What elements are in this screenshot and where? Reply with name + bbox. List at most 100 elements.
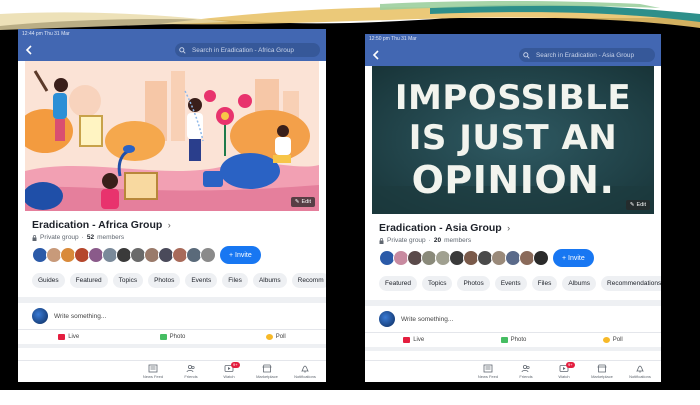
members-label: members: [97, 234, 125, 241]
composer-actions: Live Photo Poll: [365, 333, 661, 351]
photo-icon: [500, 337, 508, 343]
tab-events[interactable]: Events: [494, 276, 527, 291]
post-composer[interactable]: Write something...: [365, 306, 661, 333]
tab-files[interactable]: Files: [531, 276, 558, 291]
nav-news-feed[interactable]: News Feed: [134, 361, 172, 382]
group-title[interactable]: Eradication - Asia Group ›: [365, 214, 661, 234]
group-cover-photo[interactable]: IMPOSSIBLE IS JUST AN OPINION. ✎ Edit: [372, 66, 654, 214]
composer-placeholder[interactable]: Write something...: [401, 316, 453, 323]
quote-line-1: IMPOSSIBLE: [394, 78, 632, 118]
tab-albums[interactable]: Albums: [562, 276, 597, 291]
live-label: Live: [413, 337, 425, 343]
member-count: 52: [86, 234, 95, 241]
nav-label: Notifications: [629, 374, 651, 379]
member-avatars-row[interactable]: + Invite: [18, 241, 326, 264]
photo-button[interactable]: Photo: [159, 334, 186, 340]
nav-label: News Feed: [142, 374, 164, 379]
news-feed-icon: [148, 364, 158, 373]
group-title[interactable]: Eradication - Africa Group ›: [18, 211, 326, 231]
gardening-illustration: [25, 61, 319, 211]
nav-friends[interactable]: Friends: [507, 361, 545, 382]
poll-button[interactable]: Poll: [602, 337, 623, 343]
nav-label: Marketplace: [591, 374, 613, 379]
bottom-nav-bar: News Feed Friends 9+ Watch Marketplace N…: [18, 360, 326, 382]
watch-badge: 9+: [566, 362, 575, 368]
live-button[interactable]: Live: [58, 334, 79, 340]
lock-icon: [379, 237, 384, 244]
nav-marketplace[interactable]: Marketplace: [248, 361, 286, 382]
group-tabs: Featured Topics Photos Events Files Albu…: [365, 267, 661, 291]
nav-friends[interactable]: Friends: [172, 361, 210, 382]
tab-photos[interactable]: Photos: [457, 276, 490, 291]
nav-label: Friends: [519, 374, 533, 379]
poll-button[interactable]: Poll: [265, 334, 286, 340]
screenshot-asia-group: 12:50 pm Thu 31 Mar Search in Eradicatio…: [365, 34, 661, 382]
nav-label: News Feed: [477, 374, 499, 379]
quote-line-3: OPINION.: [411, 158, 615, 202]
quote-text: IMPOSSIBLE IS JUST AN OPINION.: [372, 66, 654, 214]
edit-cover-button[interactable]: ✎ Edit: [625, 200, 650, 210]
live-video-icon: [58, 334, 66, 340]
marketplace-icon: [262, 364, 272, 373]
poll-icon: [265, 334, 273, 340]
privacy-label: Private group: [40, 234, 79, 241]
friends-icon: [521, 364, 530, 373]
search-placeholder: Search in Eradication - Asia Group: [536, 51, 635, 59]
invite-button[interactable]: + Invite: [553, 249, 594, 267]
tab-featured[interactable]: Featured: [69, 273, 108, 288]
tab-events[interactable]: Events: [185, 273, 218, 288]
group-search-input[interactable]: Search in Eradication - Asia Group: [519, 48, 655, 62]
bell-icon: [636, 365, 644, 373]
tab-photos[interactable]: Photos: [148, 273, 181, 288]
nav-news-feed[interactable]: News Feed: [469, 361, 507, 382]
tab-recommendations[interactable]: Recommendations: [601, 276, 661, 291]
nav-notifications[interactable]: Notifications: [286, 361, 324, 382]
nav-watch[interactable]: 9+ Watch: [545, 361, 583, 382]
invite-button[interactable]: + Invite: [220, 246, 261, 264]
edit-cover-button[interactable]: ✎ Edit: [290, 197, 315, 207]
avatar[interactable]: [200, 247, 216, 263]
quote-line-2: IS JUST AN: [408, 118, 618, 158]
back-arrow-icon[interactable]: [365, 44, 385, 66]
avatar: [379, 311, 395, 327]
tab-recommendations[interactable]: Recomm: [291, 273, 326, 288]
photo-button[interactable]: Photo: [500, 337, 526, 343]
member-avatars-row[interactable]: + Invite: [365, 244, 661, 267]
tab-topics[interactable]: Topics: [112, 273, 144, 288]
group-meta: Private group · 20 members: [365, 234, 661, 244]
avatar[interactable]: [533, 250, 549, 266]
tab-files[interactable]: Files: [222, 273, 248, 288]
group-meta: Private group · 52 members: [18, 231, 326, 241]
photo-icon: [159, 334, 167, 340]
group-cover-photo[interactable]: ✎ Edit: [25, 61, 319, 211]
nav-marketplace[interactable]: Marketplace: [583, 361, 621, 382]
chevron-right-icon: ›: [165, 220, 171, 230]
pencil-icon: ✎: [629, 202, 635, 208]
tab-topics[interactable]: Topics: [422, 276, 453, 291]
top-nav-bar: Search in Eradication - Africa Group: [18, 39, 326, 61]
watch-badge: 9+: [231, 362, 240, 368]
composer-placeholder[interactable]: Write something...: [54, 313, 106, 320]
search-placeholder: Search in Eradication - Africa Group: [192, 46, 294, 54]
post-composer[interactable]: Write something...: [18, 303, 326, 330]
friends-icon: [186, 364, 195, 373]
marketplace-icon: [597, 364, 607, 373]
search-icon: [523, 51, 533, 59]
live-label: Live: [68, 334, 80, 340]
tab-albums[interactable]: Albums: [252, 273, 287, 288]
nav-notifications[interactable]: Notifications: [621, 361, 659, 382]
group-search-input[interactable]: Search in Eradication - Africa Group: [175, 43, 320, 57]
status-bar: 12:50 pm Thu 31 Mar: [365, 34, 661, 44]
nav-watch[interactable]: 9+ Watch: [210, 361, 248, 382]
status-bar: 12:44 pm Thu 31 Mar: [18, 29, 326, 39]
group-tabs: Guides Featured Topics Photos Events Fil…: [18, 264, 326, 288]
edit-label: Edit: [301, 199, 311, 205]
tab-featured[interactable]: Featured: [379, 276, 418, 291]
back-arrow-icon[interactable]: [18, 39, 38, 61]
tab-guides[interactable]: Guides: [32, 273, 65, 288]
edit-label: Edit: [636, 202, 646, 208]
live-button[interactable]: Live: [403, 337, 424, 343]
photo-label: Photo: [169, 334, 186, 340]
poll-label: Poll: [275, 334, 286, 340]
bell-icon: [301, 365, 309, 373]
